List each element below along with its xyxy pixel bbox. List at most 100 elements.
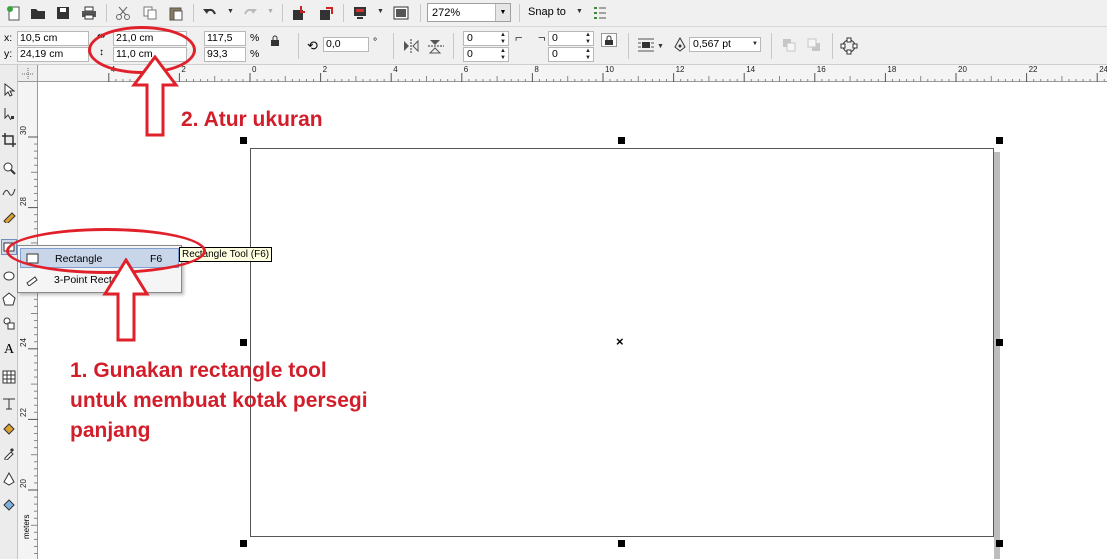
y-label: y: — [4, 48, 13, 60]
rotation-icon: ⟲ — [307, 38, 318, 53]
horizontal-ruler[interactable]: 4 2 0 2 4 6 8 10 12 14 16 18 20 22 24 — [18, 65, 1107, 82]
scale-x-field[interactable]: 117,5 — [204, 31, 246, 46]
outline-tool-icon[interactable] — [1, 471, 17, 487]
selection-handle-bottom-right[interactable] — [996, 540, 1003, 547]
ruler-unit-label: meters — [22, 514, 31, 539]
basic-shapes-tool-icon[interactable] — [1, 315, 17, 331]
annotation-step-1-line-1: 1. Gunakan rectangle tool — [70, 359, 327, 382]
freehand-tool-icon[interactable] — [1, 184, 17, 200]
corner-bottom-right-value: 0 — [552, 48, 558, 60]
annotation-step-1-line-3: panjang — [70, 419, 151, 442]
annotation-step-2: 2. Atur ukuran — [181, 108, 323, 131]
vertical-ruler[interactable]: 302826242220 meters — [18, 82, 38, 559]
selection-handle-middle-left[interactable] — [240, 339, 247, 346]
cut-icon[interactable] — [113, 3, 133, 23]
convert-to-curves-icon[interactable] — [840, 37, 858, 58]
options-icon[interactable] — [590, 3, 610, 23]
zoom-tool-icon[interactable] — [1, 160, 17, 176]
to-back-icon[interactable] — [806, 37, 822, 56]
outline-pen-icon[interactable] — [673, 36, 687, 56]
import-icon[interactable] — [289, 3, 309, 23]
export-icon[interactable] — [316, 3, 336, 23]
ruler-tick-label: 6 — [463, 65, 469, 74]
rotation-center-marker[interactable]: × — [616, 334, 624, 349]
pick-tool-icon[interactable] — [1, 82, 17, 98]
ruler-tick-label: 20 — [19, 479, 28, 488]
open-icon[interactable] — [28, 3, 48, 23]
corner-bracket-icon: ⌐ — [515, 30, 523, 45]
ruler-tick-label: 14 — [746, 65, 756, 74]
ruler-origin-corner[interactable] — [18, 65, 38, 82]
corner-bracket-right-icon: ¬ — [538, 30, 546, 45]
percent-label-y: % — [250, 48, 260, 60]
ruler-tick-label: 2 — [181, 65, 186, 74]
mirror-vertical-icon[interactable] — [427, 38, 445, 57]
ruler-tick-label: 24 — [1099, 65, 1107, 74]
interactive-fill-tool-icon[interactable] — [1, 497, 17, 513]
chevron-down-icon[interactable]: ▼ — [495, 4, 510, 21]
selection-handle-middle-right[interactable] — [996, 339, 1003, 346]
degree-label: ° — [373, 36, 378, 48]
to-front-icon[interactable] — [781, 37, 797, 56]
corner-top-left-value: 0 — [467, 32, 473, 44]
polygon-tool-icon[interactable] — [1, 291, 17, 307]
corner-top-right-field[interactable]: 0 ▲ ▼ — [548, 31, 594, 46]
rectangle-shadow — [994, 152, 1000, 559]
snap-to-dropdown-icon[interactable]: ▼ — [576, 8, 583, 15]
ellipse-tool-icon[interactable] — [1, 268, 17, 284]
dimension-tool-icon[interactable] — [1, 395, 17, 411]
ruler-tick-label: 0 — [252, 65, 257, 74]
mirror-horizontal-icon[interactable] — [402, 38, 420, 57]
eyedropper-tool-icon[interactable] — [1, 445, 17, 461]
y-position-field[interactable]: 24,19 cm — [17, 47, 89, 62]
ruler-tick-label: 12 — [675, 65, 685, 74]
shape-tool-icon[interactable] — [1, 106, 17, 122]
new-icon[interactable] — [4, 3, 24, 23]
standard-toolbar: ▼ ▼ ▼ 272% ▼ Snap to ▼ — [0, 0, 1107, 27]
undo-icon[interactable] — [200, 3, 220, 23]
table-tool-icon[interactable] — [1, 369, 17, 385]
rotation-field[interactable]: 0,0 — [323, 37, 369, 52]
smart-fill-tool-icon[interactable] — [1, 208, 17, 224]
corner-bottom-right-field[interactable]: 0 ▲ ▼ — [548, 47, 594, 62]
selection-handle-top-left[interactable] — [240, 137, 247, 144]
ruler-tick-label: 10 — [605, 65, 614, 74]
selection-handle-bottom-left[interactable] — [240, 540, 247, 547]
ruler-tick-label: 24 — [19, 337, 28, 347]
lock-ratio-icon[interactable] — [270, 35, 280, 50]
outline-width-select[interactable]: 0,567 pt ▼ — [689, 37, 761, 52]
selection-handle-bottom-middle[interactable] — [618, 540, 625, 547]
three-point-rectangle-icon — [26, 276, 38, 286]
corner-lock-icon[interactable] — [601, 33, 617, 47]
wrap-text-icon[interactable] — [637, 37, 655, 56]
ruler-tick-label: 22 — [1028, 65, 1038, 74]
corner-top-left-field[interactable]: 0 ▲ ▼ — [463, 31, 509, 46]
ruler-tick-label: 8 — [534, 65, 539, 74]
corner-bottom-left-value: 0 — [467, 48, 473, 60]
snap-to-button[interactable]: Snap to — [528, 6, 566, 18]
redo-icon[interactable] — [240, 3, 260, 23]
selection-handle-top-middle[interactable] — [618, 137, 625, 144]
welcome-screen-icon[interactable] — [391, 3, 411, 23]
annotation-arrow-up-size — [131, 55, 179, 137]
x-label: x: — [4, 32, 13, 44]
annotation-step-1-line-2: untuk membuat kotak persegi — [70, 389, 368, 412]
fill-tool-icon[interactable] — [1, 421, 17, 437]
application-launcher-icon[interactable] — [350, 3, 370, 23]
ruler-tick-label: 4 — [393, 65, 398, 74]
ruler-tick-label: 16 — [816, 65, 826, 74]
scale-y-field[interactable]: 93,3 — [204, 47, 246, 62]
crop-tool-icon[interactable] — [1, 132, 17, 148]
paste-icon[interactable] — [166, 3, 186, 23]
x-position-field[interactable]: 10,5 cm — [17, 31, 89, 46]
annotation-arrow-up-rectangle — [102, 258, 150, 342]
selection-handle-top-right[interactable] — [996, 137, 1003, 144]
save-icon[interactable] — [53, 3, 73, 23]
zoom-level-select[interactable]: 272% ▼ — [427, 3, 511, 22]
corner-top-right-value: 0 — [552, 32, 558, 44]
corner-bottom-left-field[interactable]: 0 ▲ ▼ — [463, 47, 509, 62]
text-tool-icon[interactable]: A — [1, 342, 17, 358]
print-icon[interactable] — [79, 3, 99, 23]
ruler-tick-label: 18 — [887, 65, 897, 74]
copy-icon[interactable] — [140, 3, 160, 23]
